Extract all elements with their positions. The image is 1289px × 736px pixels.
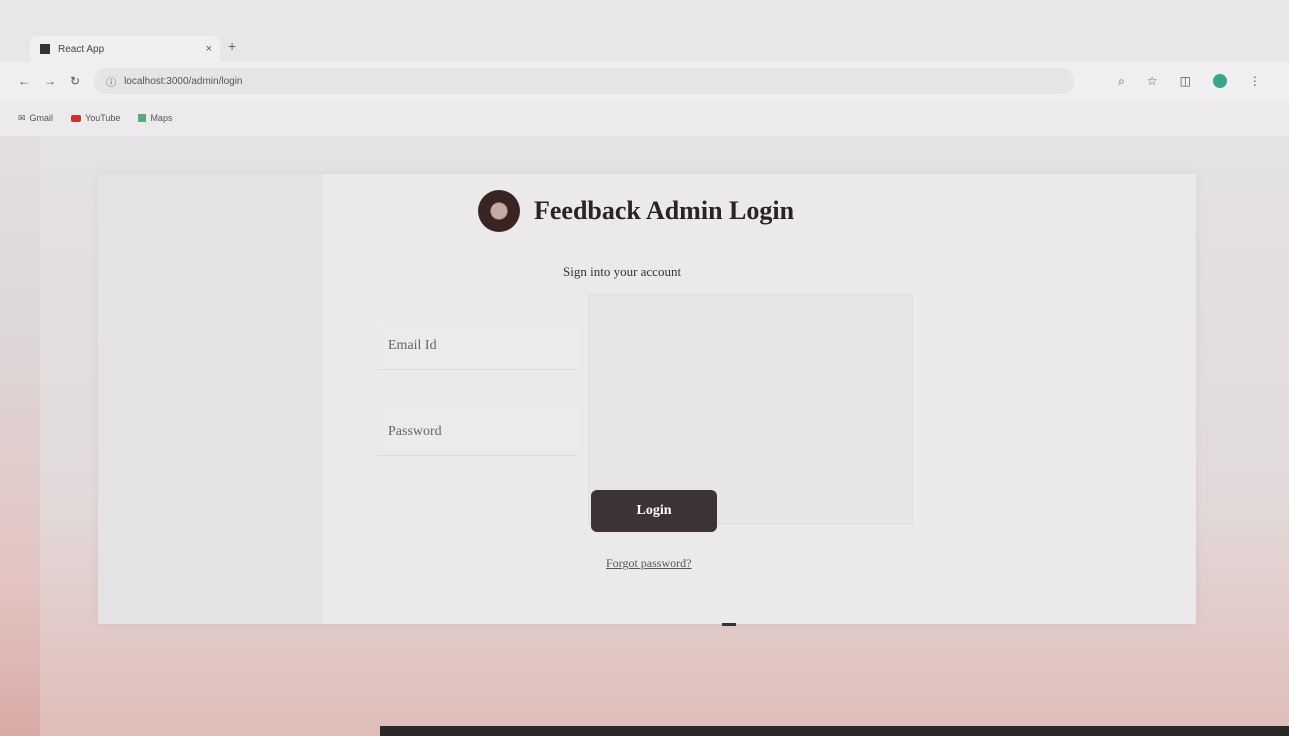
bookmark-star-icon[interactable]: ☆ [1147,74,1158,88]
toolbar-icons: ⌕ ☆ ◫ ⋮ [1118,74,1261,89]
reload-icon[interactable]: ↻ [70,74,80,88]
bookmark-maps[interactable]: Maps [138,113,172,123]
maps-icon [138,114,147,122]
side-panel [98,174,323,624]
back-arrow-icon[interactable]: ← [18,74,30,88]
page-viewport: Feedback Admin Login Sign into your acco… [40,136,1289,736]
menu-kebab-icon[interactable]: ⋮ [1249,74,1261,88]
logo-icon [478,190,520,232]
bookmark-label: Maps [150,113,173,123]
forward-arrow-icon[interactable]: → [44,74,56,88]
email-input[interactable] [388,337,578,354]
close-icon[interactable]: × [206,43,212,55]
bookmark-label: YouTube [85,113,121,123]
browser-tabstrip: React App × + [0,0,1289,66]
profile-avatar-icon[interactable] [1212,74,1227,88]
tab-favicon-icon [40,44,50,54]
password-field[interactable] [378,408,578,456]
bookmark-label: Gmail [29,113,54,123]
email-field[interactable] [378,322,578,370]
login-header: Feedback Admin Login [478,190,794,232]
login-button[interactable]: Login [591,490,717,532]
mouse-cursor [722,623,736,626]
gmail-icon: ✉ [18,112,26,123]
page-subtitle: Sign into your account [563,264,682,279]
extensions-icon[interactable]: ◫ [1180,74,1191,88]
password-input[interactable] [388,423,578,440]
site-info-icon[interactable]: ⓘ [106,74,116,89]
screen-bezel [380,726,1289,736]
page-title: Feedback Admin Login [534,196,795,225]
login-card: Feedback Admin Login Sign into your acco… [98,174,1196,624]
new-tab-button[interactable]: + [228,38,236,54]
zoom-icon[interactable]: ⌕ [1118,74,1125,89]
bookmark-gmail[interactable]: ✉ Gmail [18,113,53,124]
url-text: localhost:3000/admin/login [124,75,243,87]
browser-toolbar: ← → ↻ ⓘ localhost:3000/admin/login ⌕ ☆ ◫… [0,62,1289,100]
youtube-icon [71,114,82,122]
address-bar[interactable]: ⓘ localhost:3000/admin/login [94,68,1075,94]
forgot-password-link[interactable]: Forgot password? [606,556,691,571]
browser-tab[interactable]: React App × [30,36,220,62]
bookmark-youtube[interactable]: YouTube [71,113,120,123]
tab-title: React App [58,43,105,55]
bookmarks-bar: ✉ Gmail YouTube Maps [0,100,1289,136]
